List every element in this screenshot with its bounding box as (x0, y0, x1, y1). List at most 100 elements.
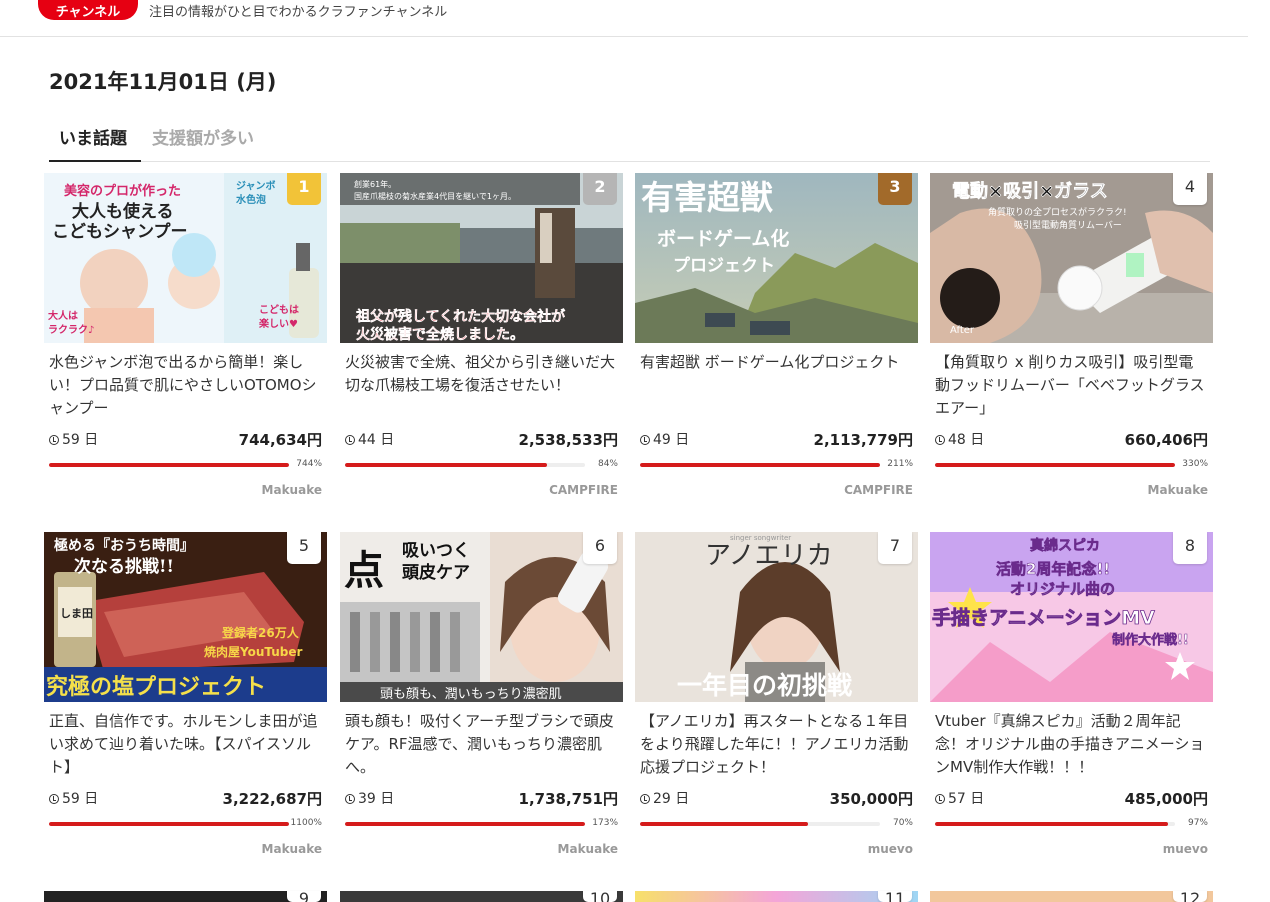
svg-text:ボードゲーム化: ボードゲーム化 (657, 227, 789, 250)
project-title[interactable]: 正直、自信作です。ホルモンしま田が追い求めて辿り着いた味。【スパイスソルト】 (49, 710, 321, 779)
rank-badge: 7 (878, 532, 912, 564)
svg-text:大人は: 大人は (48, 309, 78, 322)
project-thumbnail[interactable]: 美容のプロが作った 大人も使える こどもシャンプー 大人は ラクラク♪ こどもは… (44, 173, 327, 343)
rank-badge: 12 (1173, 891, 1207, 902)
project-thumbnail[interactable]: 創業61年。 国産爪楊枝の菊水産業4代目を継いで1ヶ月。 祖父が残してくれた大切… (340, 173, 623, 343)
progress-fill (640, 463, 880, 467)
project-title[interactable]: 【角質取り x 削りカス吸引】吸引型電動フッドリムーバー「ベベフットグラスエアー… (935, 351, 1207, 420)
svg-text:頭も顔も、潤いもっちり濃密肌: 頭も顔も、潤いもっちり濃密肌 (380, 686, 562, 702)
funded-amount: 485,000円 (1124, 790, 1208, 808)
project-thumbnail[interactable]: 点 吸いつく 頭皮ケア 頭も顔も、潤いもっちり濃密肌 6 (340, 532, 623, 702)
svg-text:究極の塩プロジェクト: 究極の塩プロジェクト (46, 674, 266, 700)
rank-badge: 4 (1173, 173, 1207, 205)
project-card-9[interactable]: 9 (44, 891, 327, 902)
svg-text:美容のプロが作った: 美容のプロが作った (64, 183, 181, 199)
svg-text:次なる挑戦!!: 次なる挑戦!! (74, 556, 174, 577)
rank-badge: 3 (878, 173, 912, 205)
progress-bar (345, 463, 585, 467)
progress-fill (935, 463, 1175, 467)
rank-badge: 11 (878, 891, 912, 902)
svg-text:大人も使える: 大人も使える (72, 201, 174, 222)
progress-bar (640, 463, 880, 467)
svg-text:一年目の初挑戦: 一年目の初挑戦 (677, 671, 852, 700)
progress-bar (345, 822, 585, 826)
clock-icon (640, 794, 650, 804)
project-title[interactable]: 火災被害で全焼、祖父から引き継いだ大切な爪楊枝工場を復活させたい！ (345, 351, 617, 420)
days-remaining: 57 日 (935, 788, 984, 808)
svg-text:頭皮ケア: 頭皮ケア (402, 562, 470, 583)
progress-fill (49, 822, 289, 826)
progress-fill (49, 463, 289, 467)
project-title[interactable]: Vtuber『真綿スピカ』活動２周年記念！オリジナル曲の手描きアニメーションMV… (935, 710, 1207, 779)
rank-badge: 10 (583, 891, 617, 902)
project-card-7[interactable]: アノエリカ 一年目の初挑戦 singer songwriter 7 【アノエリカ… (635, 532, 918, 872)
page-date: 2021年11月01日 (月) (49, 70, 277, 94)
project-card-8[interactable]: 真綿スピカ 活動2周年記念!! オリジナル曲の 手描きアニメーションMV 制作大… (930, 532, 1213, 872)
project-card-6[interactable]: 点 吸いつく 頭皮ケア 頭も顔も、潤いもっちり濃密肌 6 頭も顔も！吸付くアーチ… (340, 532, 623, 872)
funded-amount: 660,406円 (1124, 431, 1208, 449)
project-title[interactable]: 水色ジャンボ泡で出るから簡単！楽しい！プロ品質で肌にやさしいOTOMOシャンプー (49, 351, 321, 420)
project-card-10[interactable]: 10 (340, 891, 623, 902)
clock-icon (935, 794, 945, 804)
svg-text:オリジナル曲の: オリジナル曲の (1010, 580, 1115, 598)
svg-text:真綿スピカ: 真綿スピカ (1030, 537, 1100, 554)
days-remaining: 29 日 (640, 788, 689, 808)
progress-percent: 744% (296, 459, 322, 469)
days-remaining: 59 日 (49, 429, 98, 449)
svg-text:ジャンボ: ジャンボ (236, 179, 276, 192)
svg-text:プロジェクト: プロジェクト (673, 255, 775, 276)
project-thumbnail[interactable]: 電動×吸引×ガラス 角質取りの全プロセスがラクラク! 吸引型電動角質リムーバー … (930, 173, 1213, 343)
project-card-4[interactable]: 電動×吸引×ガラス 角質取りの全プロセスがラクラク! 吸引型電動角質リムーバー … (930, 173, 1213, 513)
svg-text:点: 点 (344, 547, 384, 594)
clock-icon (345, 794, 355, 804)
project-card-11[interactable]: 11 (635, 891, 918, 902)
project-card-5[interactable]: 極める『おうち時間』 次なる挑戦!! 登録者26万人 焼肉屋YouTuber 究… (44, 532, 327, 872)
progress-bar (49, 822, 289, 826)
svg-text:有害超獣: 有害超獣 (641, 178, 773, 217)
svg-text:祖父が残してくれた大切な会社が: 祖父が残してくれた大切な会社が (355, 308, 566, 325)
days-remaining: 59 日 (49, 788, 98, 808)
svg-text:火災被害で全焼しました。: 火災被害で全焼しました。 (356, 326, 524, 343)
rank-badge: 1 (287, 173, 321, 205)
header-bar: チャンネル 注目の情報がひと目でわかるクラファンチャンネル (0, 0, 1248, 37)
progress-fill (345, 822, 585, 826)
project-title[interactable]: 頭も顔も！吸付くアーチ型ブラシで頭皮ケア。RF温感で、潤いもっちり濃密肌へ。 (345, 710, 617, 779)
project-thumbnail[interactable]: 有害超獣 ボードゲーム化 プロジェクト 3 (635, 173, 918, 343)
funded-amount: 3,222,687円 (222, 790, 322, 808)
funded-amount: 350,000円 (829, 790, 913, 808)
clock-icon (49, 794, 59, 804)
svg-text:焼肉屋YouTuber: 焼肉屋YouTuber (204, 644, 303, 659)
days-remaining: 49 日 (640, 429, 689, 449)
rank-badge: 2 (583, 173, 617, 205)
project-title[interactable]: 有害超獣 ボードゲーム化プロジェクト (640, 351, 912, 420)
svg-text:制作大作戦!!: 制作大作戦!! (1112, 632, 1189, 648)
progress-fill (345, 463, 547, 467)
project-thumbnail[interactable]: 真綿スピカ 活動2周年記念!! オリジナル曲の 手描きアニメーションMV 制作大… (930, 532, 1213, 702)
tab-most-funded[interactable]: 支援額が多い (152, 124, 254, 162)
svg-text:水色泡: 水色泡 (235, 193, 266, 206)
platform-name: muevo (867, 842, 913, 856)
project-thumbnail[interactable]: アノエリカ 一年目の初挑戦 singer songwriter 7 (635, 532, 918, 702)
project-card-12[interactable]: 12 (930, 891, 1213, 902)
svg-text:活動2周年記念!!: 活動2周年記念!! (996, 560, 1110, 578)
channel-badge[interactable]: チャンネル (38, 0, 138, 20)
svg-text:こどもシャンプー: こどもシャンプー (52, 221, 188, 242)
svg-text:こどもは: こどもは (259, 303, 299, 316)
svg-text:ラクラク♪: ラクラク♪ (48, 324, 94, 336)
progress-bar (640, 822, 880, 826)
clock-icon (49, 435, 59, 445)
project-card-3[interactable]: 有害超獣 ボードゲーム化 プロジェクト 3 有害超獣 ボードゲーム化プロジェクト… (635, 173, 918, 513)
project-title[interactable]: 【アノエリカ】再スタートとなる１年目をより飛躍した年に！！アノエリカ活動応援プロ… (640, 710, 912, 779)
platform-name: CAMPFIRE (844, 483, 913, 497)
progress-percent: 97% (1187, 818, 1208, 828)
project-card-1[interactable]: 美容のプロが作った 大人も使える こどもシャンプー 大人は ラクラク♪ こどもは… (44, 173, 327, 513)
platform-name: Makuake (1147, 483, 1208, 497)
svg-text:吸引型電動角質リムーバー: 吸引型電動角質リムーバー (1014, 219, 1122, 231)
project-card-2[interactable]: 創業61年。 国産爪楊枝の菊水産業4代目を継いで1ヶ月。 祖父が残してくれた大切… (340, 173, 623, 513)
tab-trending[interactable]: いま話題 (49, 124, 141, 162)
rank-badge: 8 (1173, 532, 1207, 564)
days-remaining: 48 日 (935, 429, 984, 449)
rank-badge: 5 (287, 532, 321, 564)
project-thumbnail[interactable]: 極める『おうち時間』 次なる挑戦!! 登録者26万人 焼肉屋YouTuber 究… (44, 532, 327, 702)
svg-text:手描きアニメーションMV: 手描きアニメーションMV (932, 606, 1155, 629)
